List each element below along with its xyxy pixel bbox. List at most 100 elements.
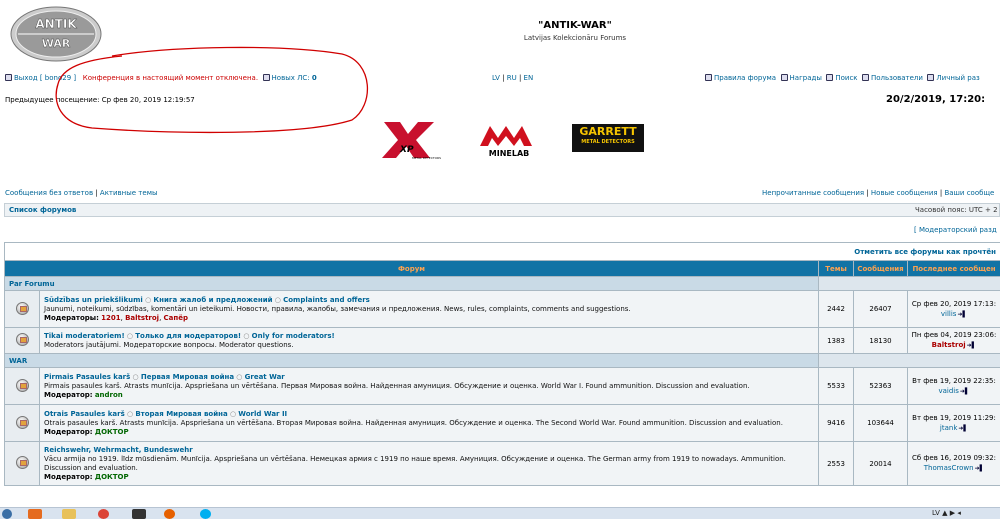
forum-link[interactable]: Otrais Pasaules karš bbox=[44, 410, 125, 418]
forum-link-en[interactable]: Only for moderators! bbox=[252, 332, 335, 340]
file-explorer-icon[interactable] bbox=[62, 509, 76, 519]
search-links-right: Непрочитанные сообщения | Новые сообщени… bbox=[762, 189, 995, 197]
last-post-author[interactable]: jtank bbox=[940, 424, 957, 432]
table-header: Форум Темы Сообщения Последнее сообщен bbox=[4, 260, 1000, 277]
your-posts-link[interactable]: Ваши сообще bbox=[944, 189, 994, 197]
users-link[interactable]: Пользователи bbox=[871, 74, 923, 82]
conference-notice: Конференция в настоящий момент отключена… bbox=[82, 74, 259, 82]
forum-table: Отметить все форумы как прочтён Форум Те… bbox=[4, 242, 1000, 486]
forum-link[interactable]: Pirmais Pasaules karš bbox=[44, 373, 130, 381]
posts-count: 103644 bbox=[853, 404, 908, 442]
posts-count: 26407 bbox=[853, 290, 908, 328]
col-forum: Форум bbox=[4, 260, 819, 277]
unread-link[interactable]: Непрочитанные сообщения bbox=[762, 189, 864, 197]
skype-icon[interactable] bbox=[200, 509, 211, 519]
chrome-icon[interactable] bbox=[98, 509, 109, 519]
goto-last-post-icon[interactable]: ➜▌ bbox=[958, 424, 968, 434]
moderator-link[interactable]: ДОКТОР bbox=[95, 428, 129, 436]
forum-link-ru[interactable]: Книга жалоб и предложений bbox=[153, 296, 272, 304]
unanswered-link[interactable]: Сообщения без ответов bbox=[5, 189, 93, 197]
topics-count: 9416 bbox=[818, 404, 854, 442]
system-tray: LV ▲ ▶ ◂ bbox=[932, 509, 961, 517]
timezone: Часовой пояс: UTC + 2 ча bbox=[915, 206, 1000, 214]
moderator-link[interactable]: Сапёр bbox=[164, 314, 188, 322]
lang-en-link[interactable]: EN bbox=[524, 74, 534, 82]
forum-link-ru[interactable]: Первая Мировая война bbox=[141, 373, 234, 381]
mark-all-row: Отметить все форумы как прочтён bbox=[4, 242, 1000, 261]
category-row: Par Forumu bbox=[4, 276, 1000, 291]
lang-lv-link[interactable]: LV bbox=[492, 74, 500, 82]
forum-link-ru[interactable]: Вторая Мировая война bbox=[135, 410, 227, 418]
personal-icon bbox=[927, 74, 935, 81]
breadcrumb-forum-index[interactable]: Список форумов bbox=[9, 206, 76, 214]
posts-count: 52363 bbox=[853, 367, 908, 405]
logo-top-text: ANTIK bbox=[35, 17, 77, 31]
goto-last-post-icon[interactable]: ➜▌ bbox=[975, 464, 985, 474]
minelab-text: MINELAB bbox=[489, 149, 529, 158]
search-icon bbox=[826, 74, 834, 81]
forum-link-en[interactable]: Complaints and offers bbox=[283, 296, 370, 304]
category-link[interactable]: WAR bbox=[9, 357, 27, 365]
breadcrumb-bar: Список форумов Часовой пояс: UTC + 2 ча bbox=[4, 203, 1000, 217]
moderator-section-link[interactable]: [ Модераторский разд bbox=[914, 226, 997, 234]
posts-count: 18130 bbox=[853, 327, 908, 354]
rules-link[interactable]: Правила форума bbox=[714, 74, 776, 82]
forum-link-en[interactable]: World War II bbox=[238, 410, 287, 418]
firefox-icon[interactable] bbox=[164, 509, 175, 519]
awards-link[interactable]: Награды bbox=[790, 74, 822, 82]
garrett-small-text: METAL DETECTORS bbox=[581, 139, 635, 145]
goto-last-post-icon[interactable]: ➜▌ bbox=[960, 387, 970, 397]
forum-row: Tikai moderatoriem! ○ Только для модерат… bbox=[4, 327, 1000, 354]
last-post-date: Вт фев 19, 2019 11:29: bbox=[912, 413, 996, 422]
topics-count: 1383 bbox=[818, 327, 854, 354]
col-topics: Темы bbox=[818, 260, 854, 277]
forum-description: Moderators jautājumi. Модераторские вопр… bbox=[44, 340, 294, 349]
search-links-left: Сообщения без ответов | Активные темы bbox=[5, 189, 158, 197]
forum-folder-icon bbox=[15, 456, 29, 469]
search-link[interactable]: Поиск bbox=[835, 74, 857, 82]
forum-folder-icon bbox=[15, 301, 29, 315]
last-post-author[interactable]: ThomasCrown bbox=[924, 464, 974, 472]
goto-last-post-icon[interactable]: ➜▌ bbox=[967, 341, 977, 351]
pm-icon bbox=[262, 74, 270, 81]
forum-row: Pirmais Pasaules karš ○ Первая Мировая в… bbox=[4, 367, 1000, 405]
category-row: WAR bbox=[4, 353, 1000, 368]
category-link[interactable]: Par Forumu bbox=[9, 280, 55, 288]
current-datetime: 20/2/2019, 17:20: bbox=[886, 94, 986, 105]
lang-ru-link[interactable]: RU bbox=[507, 74, 517, 82]
minelab-sponsor-logo[interactable]: MINELAB bbox=[474, 118, 544, 160]
last-post-date: Вт фев 19, 2019 22:35: bbox=[912, 376, 996, 385]
site-logo[interactable]: ANTIK WAR bbox=[10, 6, 102, 62]
logout-link[interactable]: Выход bbox=[14, 74, 38, 82]
last-post-author[interactable]: Baltstroj bbox=[932, 341, 966, 349]
goto-last-post-icon[interactable]: ➜▌ bbox=[957, 310, 967, 320]
forum-folder-icon bbox=[15, 378, 29, 392]
keyboard-language[interactable]: LV bbox=[932, 509, 940, 517]
forum-link[interactable]: Tikai moderatoriem! bbox=[44, 332, 125, 340]
moderator-link[interactable]: andron bbox=[95, 391, 123, 399]
moderators-label: Модератор: bbox=[44, 390, 93, 399]
username-link[interactable]: [ bono29 ] bbox=[40, 74, 76, 82]
xp-small-text: METAL DETECTORS bbox=[412, 156, 441, 160]
forum-link[interactable]: Sūdzības un priekšlikumi bbox=[44, 296, 143, 304]
moderator-link[interactable]: 1201 bbox=[101, 314, 120, 322]
last-post-author[interactable]: vaidis bbox=[938, 387, 958, 395]
media-center-icon[interactable] bbox=[132, 509, 146, 519]
xp-sponsor-logo[interactable]: XP METAL DETECTORS bbox=[378, 118, 442, 160]
garrett-sponsor-logo[interactable]: GARRETT METAL DETECTORS bbox=[572, 124, 644, 152]
forum-link[interactable]: Reichswehr, Wehrmacht, Bundeswehr bbox=[44, 446, 193, 454]
site-title: "ANTIK-WAR" bbox=[538, 20, 612, 31]
media-player-icon[interactable] bbox=[28, 509, 42, 519]
forum-link-en[interactable]: Great War bbox=[245, 373, 285, 381]
active-topics-link[interactable]: Активные темы bbox=[100, 189, 158, 197]
personal-link[interactable]: Личный раз bbox=[936, 74, 979, 82]
moderator-link[interactable]: ДОКТОР bbox=[95, 473, 129, 481]
new-posts-link[interactable]: Новые сообщения bbox=[871, 189, 938, 197]
new-pm-count: 0 bbox=[311, 74, 317, 82]
start-button-icon[interactable] bbox=[2, 509, 12, 519]
mark-all-read-link[interactable]: Отметить все форумы как прочтён bbox=[854, 248, 996, 256]
last-post-author[interactable]: villis bbox=[941, 310, 957, 318]
new-pm-link[interactable]: Новых ЛС: 0 bbox=[272, 74, 317, 82]
forum-link-ru[interactable]: Только для модераторов! bbox=[135, 332, 241, 340]
moderator-link[interactable]: Baltstroj bbox=[125, 314, 159, 322]
